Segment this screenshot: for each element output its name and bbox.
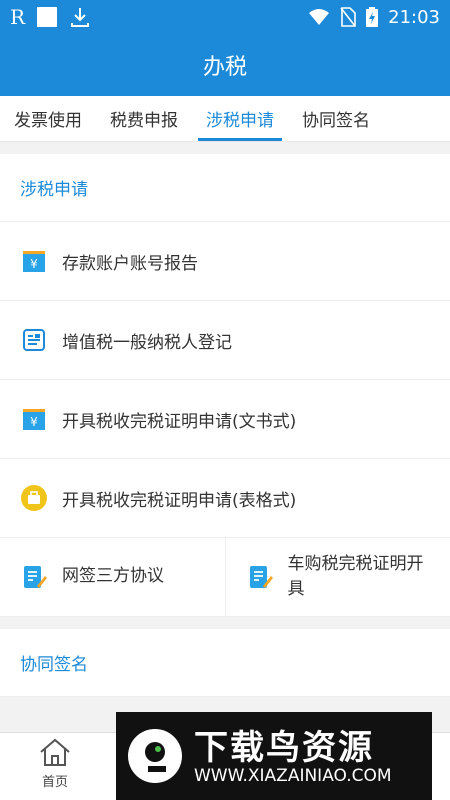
form-icon	[23, 329, 45, 351]
list-item-label: 开具税收完税证明申请(表格式)	[62, 490, 297, 511]
status-bar: R 21:03	[0, 0, 450, 34]
battery-charging-icon	[366, 7, 379, 27]
yuan-folder-icon: ¥	[23, 409, 45, 430]
briefcase-icon	[21, 485, 47, 511]
tab-invoice-use[interactable]: 发票使用	[2, 96, 94, 141]
grid-item[interactable]: 网签三方协议	[0, 538, 225, 616]
wifi-icon	[309, 9, 330, 25]
section-title-co-signing: 协同签名	[0, 629, 450, 697]
status-letter: R	[10, 5, 26, 29]
list-item-label: 增值税一般纳税人登记	[62, 332, 232, 353]
list-item-label: 开具税收完税证明申请(文书式)	[62, 411, 297, 432]
list-item[interactable]: ¥ 开具税收完税证明申请(文书式)	[0, 380, 450, 459]
list-item[interactable]: ¥ 存款账户账号报告	[0, 222, 450, 301]
split-row: 网签三方协议 车购税完税证明开具	[0, 538, 450, 617]
section-title-tax-application: 涉税申请	[0, 154, 450, 222]
nav-home-label: 首页	[41, 775, 68, 790]
tab-bar: 发票使用 税费申报 涉税申请 协同签名	[0, 96, 450, 142]
watermark-title: 下载鸟资源	[194, 728, 374, 768]
home-icon	[40, 738, 70, 766]
yuan-folder-icon: ¥	[23, 251, 45, 272]
status-time: 21:03	[388, 6, 440, 28]
section-title-label: 协同签名	[20, 655, 88, 675]
svg-text:¥: ¥	[30, 415, 38, 429]
watermark-url: WWW.XIAZAINIAO.COM	[194, 766, 392, 786]
list-item-label: 存款账户账号报告	[62, 253, 198, 274]
grid-item-label: 车购税完税证明开具	[287, 553, 424, 600]
no-sim-icon	[340, 7, 356, 27]
download-icon	[71, 8, 90, 27]
section-title-label: 涉税申请	[20, 180, 88, 200]
page-title: 办税	[202, 55, 247, 80]
grid-item[interactable]: 车购税完税证明开具	[224, 538, 450, 616]
grid-item-label: 网签三方协议	[62, 566, 164, 587]
app-bar: 办税	[0, 34, 450, 96]
document-edit-icon	[24, 566, 47, 588]
tab-co-signing[interactable]: 协同签名	[290, 96, 382, 141]
svg-text:¥: ¥	[30, 257, 38, 271]
tab-tax-application[interactable]: 涉税申请	[194, 96, 286, 141]
list-item[interactable]: 增值税一般纳税人登记	[0, 301, 450, 380]
watermark-banner: 下载鸟资源 WWW.XIAZAINIAO.COM	[116, 712, 432, 800]
document-edit-icon	[249, 566, 273, 588]
list-item[interactable]: 开具税收完税证明申请(表格式)	[0, 459, 450, 538]
tab-tax-declaration[interactable]: 税费申报	[98, 96, 190, 141]
bird-logo-icon	[128, 729, 182, 783]
notification-icon	[37, 7, 58, 27]
nav-home[interactable]: 首页	[30, 737, 80, 790]
